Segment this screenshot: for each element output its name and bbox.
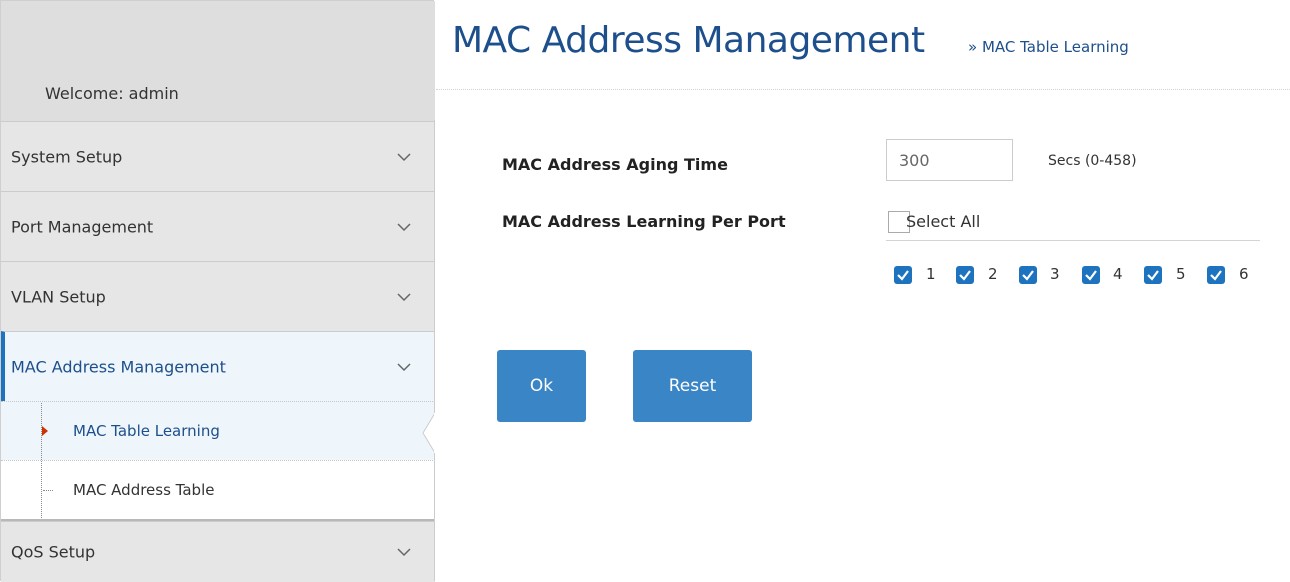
sub-item-mac-address-table[interactable]: MAC Address Table xyxy=(1,460,435,519)
port-number: 4 xyxy=(1113,265,1123,283)
sidebar: Welcome: admin System Setup Port Managem… xyxy=(0,0,435,582)
port-number: 6 xyxy=(1239,265,1249,283)
chevron-down-icon xyxy=(397,548,411,557)
nav-item-label: VLAN Setup xyxy=(11,287,106,306)
port-4-checkbox[interactable] xyxy=(1082,266,1100,284)
tree-line xyxy=(41,403,42,520)
aging-time-unit: Secs (0-458) xyxy=(1048,153,1137,169)
active-pointer xyxy=(422,413,435,453)
reset-button[interactable]: Reset xyxy=(633,350,752,422)
nav-item-label: Port Management xyxy=(11,217,154,236)
port-number: 5 xyxy=(1176,265,1186,283)
sub-item-label: MAC Table Learning xyxy=(73,422,220,440)
select-all-label: Select All xyxy=(906,212,981,231)
welcome-panel: Welcome: admin xyxy=(1,1,435,121)
port-6-checkbox[interactable] xyxy=(1207,266,1225,284)
chevron-down-icon xyxy=(397,222,411,231)
nav-item-mac-address-management[interactable]: MAC Address Management xyxy=(1,331,435,401)
port-number: 2 xyxy=(988,265,998,283)
port-3-checkbox[interactable] xyxy=(1019,266,1037,284)
chevron-down-icon xyxy=(397,292,411,301)
triangle-right-icon xyxy=(42,426,48,436)
sub-item-label: MAC Address Table xyxy=(73,481,215,499)
nav-item-port-management[interactable]: Port Management xyxy=(1,191,435,261)
divider xyxy=(436,89,1290,90)
sub-item-mac-table-learning[interactable]: MAC Table Learning xyxy=(1,401,435,460)
nav-item-qos-setup[interactable]: QoS Setup xyxy=(1,521,435,582)
checkmark-icon xyxy=(959,270,971,281)
port-number: 1 xyxy=(926,265,936,283)
checkmark-icon xyxy=(1085,270,1097,281)
nav-item-vlan-setup[interactable]: VLAN Setup xyxy=(1,261,435,331)
sidebar-border xyxy=(434,120,435,581)
checkmark-icon xyxy=(1210,270,1222,281)
port-number: 3 xyxy=(1050,265,1060,283)
port-5-checkbox[interactable] xyxy=(1144,266,1162,284)
page-title: MAC Address Management xyxy=(452,20,925,61)
checkmark-icon xyxy=(897,270,909,281)
nav-item-label: System Setup xyxy=(11,147,123,166)
ok-button[interactable]: Ok xyxy=(497,350,586,422)
port-2-checkbox[interactable] xyxy=(956,266,974,284)
welcome-text: Welcome: admin xyxy=(45,84,179,103)
nav-item-label: QoS Setup xyxy=(11,542,96,562)
divider xyxy=(886,240,1260,241)
chevron-down-icon xyxy=(397,152,411,161)
aging-time-input[interactable] xyxy=(886,139,1013,181)
breadcrumb: » MAC Table Learning xyxy=(968,38,1129,56)
checkmark-icon xyxy=(1147,270,1159,281)
nav-item-label: MAC Address Management xyxy=(11,357,226,376)
tree-connector xyxy=(43,490,53,491)
learning-per-port-label: MAC Address Learning Per Port xyxy=(502,212,786,231)
chevron-down-icon xyxy=(397,362,411,371)
checkmark-icon xyxy=(1022,270,1034,281)
aging-time-label: MAC Address Aging Time xyxy=(502,155,728,174)
nav-item-system-setup[interactable]: System Setup xyxy=(1,121,435,191)
port-1-checkbox[interactable] xyxy=(894,266,912,284)
